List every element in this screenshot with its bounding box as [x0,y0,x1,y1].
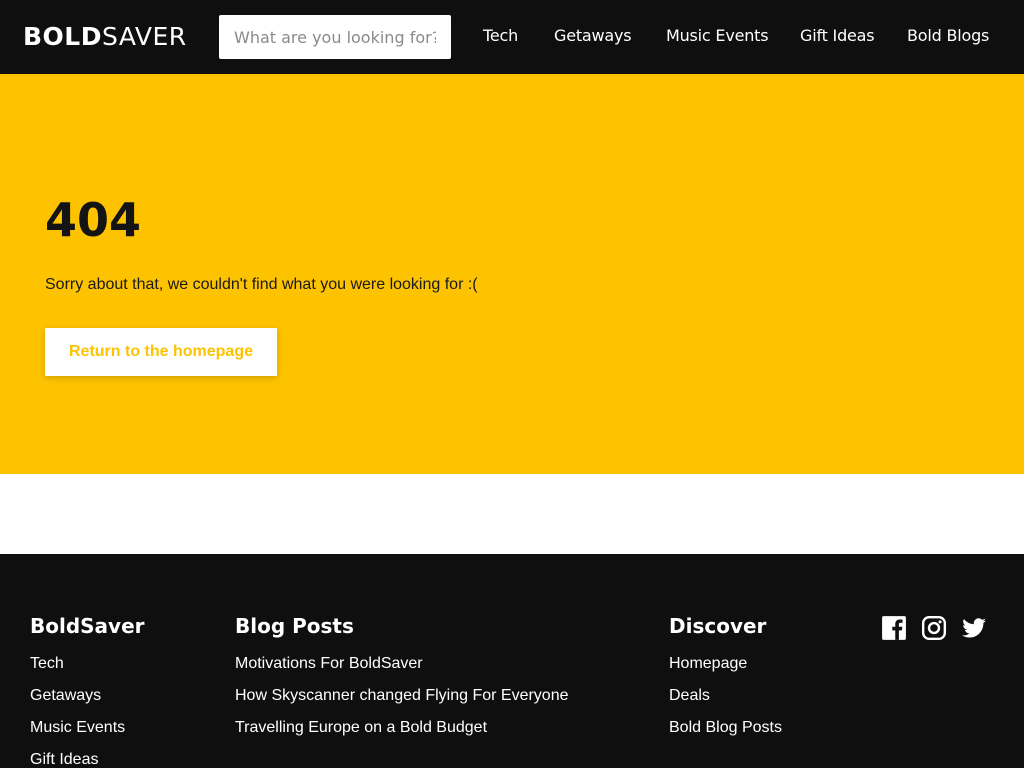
footer-link-homepage[interactable]: Homepage [669,655,747,672]
twitter-icon[interactable] [961,615,987,641]
footer-link-gift-ideas[interactable]: Gift Ideas [30,751,98,768]
footer-link-travelling-europe[interactable]: Travelling Europe on a Bold Budget [235,719,487,736]
nav-tech[interactable]: Tech [483,26,518,46]
search-input[interactable] [219,15,451,59]
site-header: BOLDSAVER Tech Getaways Music Events Gif… [0,0,1024,74]
footer-column-boldsaver: BoldSaver Tech Getaways Music Events Gif… [30,614,145,768]
nav-music-events[interactable]: Music Events [666,26,769,46]
nav-gift-ideas[interactable]: Gift Ideas [800,26,875,46]
footer-link-tech[interactable]: Tech [30,655,64,672]
site-footer: BoldSaver Tech Getaways Music Events Gif… [0,554,1024,768]
footer-link-motivations[interactable]: Motivations For BoldSaver [235,655,423,672]
nav-bold-blogs[interactable]: Bold Blogs [907,26,989,46]
footer-link-bold-blog-posts[interactable]: Bold Blog Posts [669,719,782,736]
error-message: Sorry about that, we couldn't find what … [45,276,478,293]
return-home-button[interactable]: Return to the homepage [45,328,277,376]
logo[interactable]: BOLDSAVER [23,22,187,52]
footer-column-blog-posts: Blog Posts Motivations For BoldSaver How… [235,614,569,750]
facebook-icon[interactable] [881,615,907,641]
footer-heading: Discover [669,614,767,638]
footer-column-discover: Discover Homepage Deals Bold Blog Posts [669,614,782,750]
logo-light-text: SAVER [102,22,187,51]
error-hero: 404 Sorry about that, we couldn't find w… [0,74,1024,474]
footer-link-deals[interactable]: Deals [669,687,710,704]
error-code: 404 [45,193,142,247]
logo-bold-text: BOLD [23,22,102,51]
footer-link-skyscanner[interactable]: How Skyscanner changed Flying For Everyo… [235,687,569,704]
footer-link-music-events[interactable]: Music Events [30,719,125,736]
footer-heading: Blog Posts [235,614,354,638]
spacer-band [0,474,1024,554]
footer-heading: BoldSaver [30,614,145,638]
nav-getaways[interactable]: Getaways [554,26,632,46]
footer-link-getaways[interactable]: Getaways [30,687,101,704]
social-links [881,615,987,641]
instagram-icon[interactable] [921,615,947,641]
